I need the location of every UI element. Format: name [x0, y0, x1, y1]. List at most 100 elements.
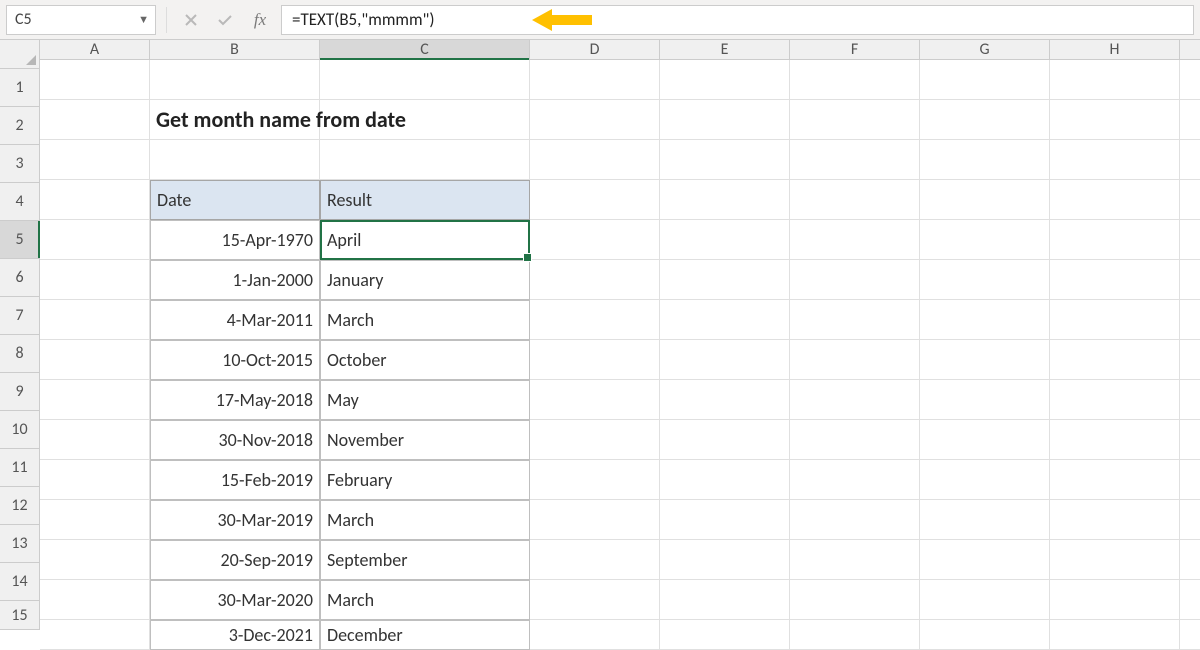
- cell-result[interactable]: March: [320, 500, 530, 540]
- cell[interactable]: [40, 580, 150, 620]
- column-header[interactable]: A: [40, 40, 150, 60]
- cell[interactable]: [1050, 540, 1180, 580]
- cell[interactable]: [1050, 580, 1180, 620]
- cell[interactable]: [40, 300, 150, 340]
- column-header[interactable]: I: [1180, 40, 1200, 60]
- cell[interactable]: [920, 540, 1050, 580]
- cell[interactable]: [790, 100, 920, 140]
- cell-result[interactable]: December: [320, 620, 530, 650]
- cell[interactable]: [790, 180, 920, 220]
- cell[interactable]: [1180, 140, 1200, 180]
- cell[interactable]: [530, 100, 660, 140]
- select-all-corner[interactable]: [0, 40, 40, 69]
- cell-date[interactable]: 1-Jan-2000: [150, 260, 320, 300]
- cell-date[interactable]: 20-Sep-2019: [150, 540, 320, 580]
- cell[interactable]: [790, 540, 920, 580]
- cell[interactable]: [660, 540, 790, 580]
- cancel-icon[interactable]: [177, 6, 205, 34]
- column-header[interactable]: C: [320, 40, 530, 60]
- cell[interactable]: [920, 340, 1050, 380]
- row-header[interactable]: 1: [0, 69, 40, 107]
- cell[interactable]: [530, 180, 660, 220]
- cell[interactable]: [790, 300, 920, 340]
- cell[interactable]: [530, 220, 660, 260]
- cell[interactable]: [920, 100, 1050, 140]
- cell[interactable]: [920, 420, 1050, 460]
- cell[interactable]: [660, 300, 790, 340]
- cell[interactable]: [790, 260, 920, 300]
- cell[interactable]: [1180, 500, 1200, 540]
- cell-date[interactable]: 17-May-2018: [150, 380, 320, 420]
- cell[interactable]: [660, 340, 790, 380]
- cell-date[interactable]: 15-Apr-1970: [150, 220, 320, 260]
- enter-check-icon[interactable]: [211, 6, 239, 34]
- cell[interactable]: [660, 260, 790, 300]
- cell-result[interactable]: November: [320, 420, 530, 460]
- row-header[interactable]: 14: [0, 563, 40, 601]
- cell[interactable]: [660, 420, 790, 460]
- cell[interactable]: [530, 340, 660, 380]
- row-header[interactable]: 2: [0, 107, 40, 145]
- cell[interactable]: [1180, 580, 1200, 620]
- row-header[interactable]: 8: [0, 335, 40, 373]
- fx-icon[interactable]: fx: [245, 10, 275, 30]
- cell[interactable]: [1180, 100, 1200, 140]
- cell-result[interactable]: January: [320, 260, 530, 300]
- cell[interactable]: [1180, 60, 1200, 100]
- cell-result[interactable]: September: [320, 540, 530, 580]
- column-header[interactable]: E: [660, 40, 790, 60]
- cell[interactable]: [920, 500, 1050, 540]
- cell[interactable]: [40, 340, 150, 380]
- cell-date[interactable]: 30-Mar-2019: [150, 500, 320, 540]
- column-header[interactable]: F: [790, 40, 920, 60]
- cell[interactable]: [40, 180, 150, 220]
- cell[interactable]: [40, 460, 150, 500]
- cell[interactable]: [40, 260, 150, 300]
- cell[interactable]: [1180, 300, 1200, 340]
- cell[interactable]: [40, 220, 150, 260]
- cell[interactable]: [40, 500, 150, 540]
- cell-result[interactable]: April: [320, 220, 530, 260]
- cell[interactable]: [1050, 500, 1180, 540]
- cell-date[interactable]: 10-Oct-2015: [150, 340, 320, 380]
- column-header[interactable]: B: [150, 40, 320, 60]
- dropdown-caret-icon[interactable]: ▼: [138, 13, 149, 26]
- cell[interactable]: [530, 620, 660, 650]
- cell[interactable]: [660, 620, 790, 650]
- cell[interactable]: [530, 140, 660, 180]
- cell[interactable]: [530, 260, 660, 300]
- cell[interactable]: [150, 140, 320, 180]
- cell[interactable]: [660, 500, 790, 540]
- cell[interactable]: [660, 460, 790, 500]
- cell[interactable]: [920, 380, 1050, 420]
- cell[interactable]: [1050, 180, 1180, 220]
- cell[interactable]: [660, 100, 790, 140]
- cell[interactable]: [40, 380, 150, 420]
- column-header[interactable]: G: [920, 40, 1050, 60]
- cell[interactable]: [530, 300, 660, 340]
- cell[interactable]: [660, 60, 790, 100]
- cell[interactable]: [1050, 420, 1180, 460]
- cell[interactable]: [530, 60, 660, 100]
- cell[interactable]: [320, 140, 530, 180]
- cell[interactable]: [530, 500, 660, 540]
- cell[interactable]: [920, 260, 1050, 300]
- cell[interactable]: [1050, 100, 1180, 140]
- row-header[interactable]: 13: [0, 525, 40, 563]
- cell-result[interactable]: February: [320, 460, 530, 500]
- cell[interactable]: [1180, 340, 1200, 380]
- row-header[interactable]: 10: [0, 411, 40, 449]
- page-title[interactable]: Get month name from date: [150, 100, 320, 140]
- cell[interactable]: [1050, 340, 1180, 380]
- cell[interactable]: [660, 380, 790, 420]
- cell[interactable]: [1050, 380, 1180, 420]
- row-header[interactable]: 5: [0, 221, 40, 259]
- cell[interactable]: [40, 60, 150, 100]
- cell[interactable]: [1050, 460, 1180, 500]
- cell[interactable]: [920, 180, 1050, 220]
- cell[interactable]: [1180, 540, 1200, 580]
- cell[interactable]: [530, 540, 660, 580]
- cell[interactable]: [1180, 260, 1200, 300]
- cell[interactable]: [920, 140, 1050, 180]
- cell[interactable]: [40, 100, 150, 140]
